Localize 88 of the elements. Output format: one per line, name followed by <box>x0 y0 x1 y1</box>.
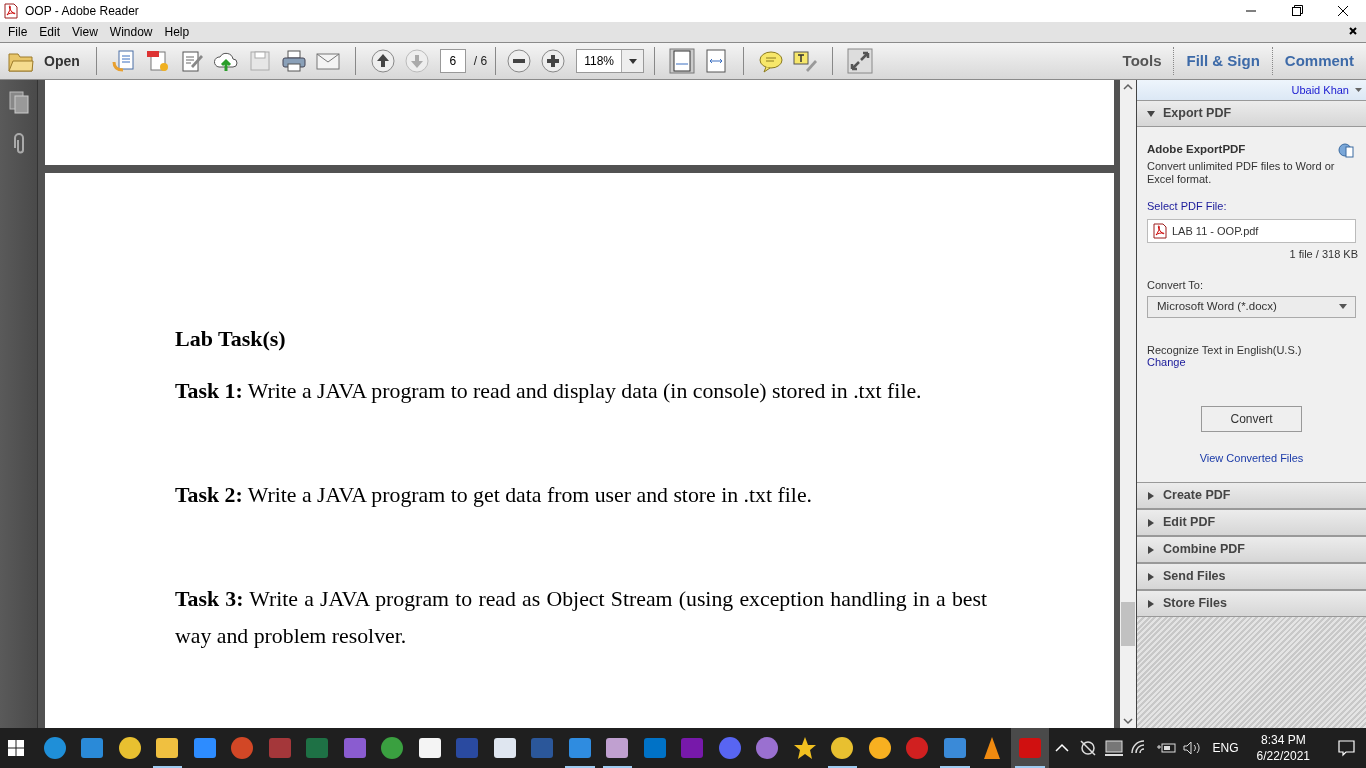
folder-icon <box>8 50 34 72</box>
caret-right-icon <box>1147 545 1155 554</box>
field-label: Select PDF File: <box>1147 199 1228 215</box>
menu-item[interactable]: Edit <box>33 23 67 41</box>
text-note-icon[interactable] <box>792 48 819 74</box>
panel-header[interactable]: Send Files <box>1137 563 1366 590</box>
app-icon <box>380 736 405 760</box>
caret-right-icon <box>1147 572 1155 581</box>
app-icon <box>717 736 742 760</box>
task-paragraph: Task 3: Write a JAVA program to read as Object Stream (using exception handling in a best way and problem resolver. <box>175 586 987 650</box>
caret-right-icon <box>1147 599 1155 608</box>
globe-document-icon[interactable] <box>1338 141 1354 158</box>
language-indicator[interactable]: ENG <box>1212 739 1239 757</box>
view-converted-link[interactable]: View Converted Files <box>1199 449 1304 467</box>
menu-item[interactable]: File <box>2 23 34 41</box>
panel-header[interactable]: Combine PDF <box>1137 536 1366 563</box>
app-icon <box>192 736 217 760</box>
menu-item[interactable]: Window <box>103 23 159 41</box>
app-icon <box>417 736 442 760</box>
document-badge-icon[interactable] <box>144 48 171 74</box>
app-icon <box>530 736 555 760</box>
app-icon <box>455 736 480 760</box>
app-icon <box>905 736 930 760</box>
app-icon <box>680 736 705 760</box>
app-icon <box>830 736 855 760</box>
format-dropdown[interactable]: Microsoft Word (*.docx) <box>1147 295 1356 318</box>
caret-icon[interactable] <box>1355 88 1362 92</box>
app-icon <box>1017 736 1042 760</box>
heading: Lab Task(s) <box>175 325 287 353</box>
app-icon <box>755 736 780 760</box>
clock-date[interactable]: 6/22/2021 <box>1256 748 1310 764</box>
app-icon <box>642 736 667 760</box>
print-icon[interactable] <box>280 48 307 74</box>
caret-down-icon <box>1147 109 1155 118</box>
scroll-thumb[interactable] <box>1121 602 1135 646</box>
zoom-in-icon[interactable] <box>540 48 567 74</box>
toolbar-tab[interactable]: Fill & Sign <box>1174 49 1272 73</box>
caret-icon <box>1339 304 1347 310</box>
service-title: Adobe ExportPDF <box>1147 142 1246 157</box>
pages-icon[interactable] <box>7 90 30 114</box>
app-icon <box>342 736 367 760</box>
menu-item[interactable]: View <box>66 23 104 41</box>
app-icon <box>605 736 630 760</box>
app-icon <box>80 736 105 760</box>
app-icon <box>155 736 180 760</box>
app-icon <box>492 736 517 760</box>
recognize-text: Recognize Text in English(U.S.) <box>1147 343 1303 356</box>
app-icon <box>42 736 67 760</box>
toolbar-tab[interactable]: Tools <box>1110 49 1174 73</box>
description: Convert unlimited PDF files to Word or Excel format. <box>1147 160 1336 187</box>
pdf-icon <box>3 3 19 19</box>
app-icon <box>867 736 892 760</box>
app-icon <box>567 736 592 760</box>
speech-bubble-icon[interactable] <box>758 48 785 74</box>
task-paragraph: Task 1: Write a JAVA program to read and display data (in console) stored in .txt file. <box>175 378 923 405</box>
app-icon <box>117 736 142 760</box>
field-label: Convert To: <box>1147 278 1205 294</box>
convert-button[interactable]: Convert <box>1201 405 1302 432</box>
app-icon <box>942 736 967 760</box>
page-field[interactable]: 6 <box>439 49 466 73</box>
clock-time[interactable]: 8:34 PM <box>1260 732 1306 748</box>
pdf-icon <box>1152 222 1168 239</box>
caret-icon[interactable] <box>628 58 637 64</box>
windows-icon <box>7 740 24 756</box>
fit-page-icon[interactable] <box>669 48 696 74</box>
caret-right-icon <box>1147 518 1155 527</box>
menu-item[interactable]: Help <box>158 23 196 41</box>
caret-right-icon <box>1147 491 1155 500</box>
zoom-field[interactable]: 118% <box>576 49 645 73</box>
file-info: 1 file / 318 KB <box>1289 246 1358 262</box>
open-button[interactable]: Open <box>0 46 86 76</box>
page-count: / 6 <box>473 53 488 70</box>
panel-header[interactable]: Store Files <box>1137 590 1366 617</box>
app-icon <box>230 736 255 760</box>
panel-header[interactable]: Export PDF <box>1137 100 1366 127</box>
app-icon <box>305 736 330 760</box>
toolbar-tab[interactable]: Comment <box>1272 49 1366 73</box>
app-icon <box>792 736 817 760</box>
panel-header[interactable]: Create PDF <box>1137 482 1366 509</box>
change-link[interactable]: Change <box>1147 355 1186 368</box>
expand-icon[interactable] <box>847 48 874 74</box>
file-field[interactable]: LAB 11 - OOP.pdf <box>1147 218 1356 243</box>
panel-header[interactable]: Edit PDF <box>1137 509 1366 536</box>
zoom-out-icon[interactable] <box>506 48 533 74</box>
app-icon <box>267 736 292 760</box>
task-paragraph: Task 2: Write a JAVA program to get data from user and store in .txt file. <box>175 482 813 509</box>
scrollbar[interactable] <box>1120 80 1136 728</box>
window-title: OOP - Adobe Reader <box>25 3 139 20</box>
